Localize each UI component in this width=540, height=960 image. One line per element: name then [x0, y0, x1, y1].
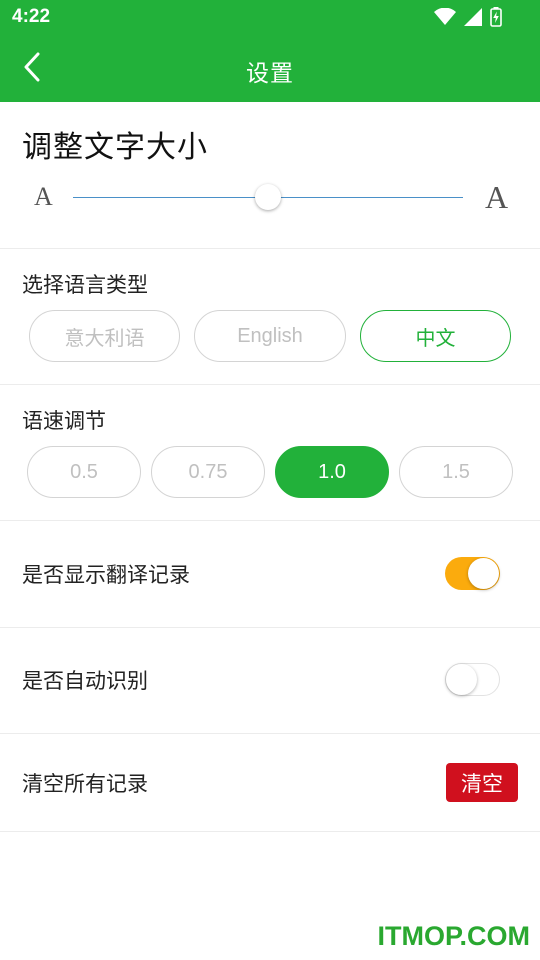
- clear-records-row: 清空所有记录 清空: [0, 734, 540, 832]
- language-option-chinese[interactable]: 中文: [360, 310, 511, 362]
- speed-section: 语速调节 0.5 0.75 1.0 1.5: [0, 385, 540, 521]
- speed-option-1-5[interactable]: 1.5: [399, 446, 513, 498]
- clear-records-label: 清空所有记录: [22, 772, 148, 796]
- auto-detect-label: 是否自动识别: [22, 669, 148, 693]
- clear-button[interactable]: 清空: [446, 763, 518, 802]
- speed-option-0-75[interactable]: 0.75: [151, 446, 265, 498]
- font-size-title: 调整文字大小: [22, 130, 208, 165]
- toggle-knob: [468, 558, 499, 589]
- signal-icon: [464, 8, 482, 30]
- language-option-english[interactable]: English: [194, 310, 346, 362]
- toggle-knob: [446, 664, 477, 695]
- battery-charging-icon: [490, 7, 502, 31]
- large-font-label: A: [485, 179, 509, 215]
- speed-option-0-5[interactable]: 0.5: [27, 446, 141, 498]
- small-font-label: A: [34, 182, 53, 211]
- language-label: 选择语言类型: [22, 273, 148, 297]
- page-title: 设置: [246, 61, 294, 87]
- font-size-section: 调整文字大小 A A: [0, 102, 540, 249]
- font-size-slider-thumb[interactable]: [255, 184, 281, 210]
- status-time: 4:22: [12, 6, 51, 27]
- status-bar: 4:22: [0, 0, 540, 36]
- app-bar: 设置: [0, 36, 540, 102]
- watermark-logo: ITMOP.COM: [377, 921, 530, 951]
- speed-option-1-0[interactable]: 1.0: [275, 446, 389, 498]
- auto-detect-row: 是否自动识别: [0, 628, 540, 734]
- auto-detect-toggle[interactable]: [445, 663, 500, 696]
- show-history-row: 是否显示翻译记录: [0, 521, 540, 628]
- language-section: 选择语言类型 意大利语 English 中文: [0, 249, 540, 385]
- wifi-icon: [434, 7, 456, 30]
- show-history-toggle[interactable]: [445, 557, 500, 590]
- status-icons: [434, 7, 502, 31]
- language-option-italian[interactable]: 意大利语: [29, 310, 180, 362]
- show-history-label: 是否显示翻译记录: [22, 563, 190, 587]
- speed-label: 语速调节: [22, 409, 106, 433]
